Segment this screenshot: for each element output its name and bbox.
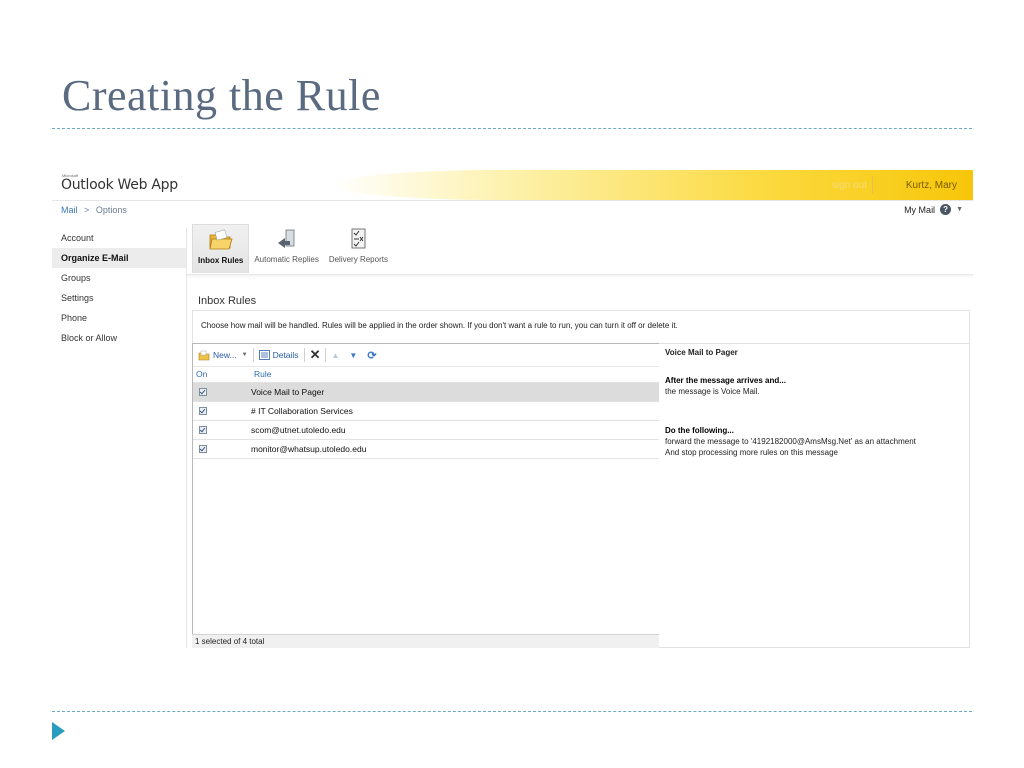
details-button[interactable]: Details [254, 344, 304, 366]
tab-automatic-replies[interactable]: Automatic Replies [249, 224, 323, 272]
slide-title: Creating the Rule [62, 71, 381, 120]
header-rule [52, 200, 973, 201]
arrow-up-icon: ▲ [331, 350, 340, 360]
arrow-down-icon: ▼ [349, 350, 358, 360]
breadcrumb-separator: > [84, 205, 90, 215]
sidebar-item-settings[interactable]: Settings [52, 288, 186, 308]
my-mail-label[interactable]: My Mail [904, 205, 935, 215]
details-action-header: Do the following... [665, 426, 734, 435]
breadcrumb: Mail > Options [61, 205, 127, 215]
rule-enabled-cell [193, 383, 251, 401]
rule-row-scom[interactable]: scom@utnet.utoledo.edu [193, 421, 659, 440]
column-rule-header[interactable]: Rule [254, 367, 271, 382]
rule-row-monitor[interactable]: monitor@whatsup.utoledo.edu [193, 440, 659, 459]
my-mail-menu[interactable]: My Mail ? ▼ [904, 204, 963, 215]
bottom-divider [52, 711, 972, 712]
rule-name: monitor@whatsup.utoledo.edu [251, 444, 367, 454]
description-text: Choose how mail will be handled. Rules w… [201, 321, 678, 330]
tab-label: Delivery Reports [328, 255, 388, 264]
rule-enabled-cell [193, 440, 251, 458]
rule-enabled-cell [193, 402, 251, 420]
refresh-icon: ⟳ [367, 349, 377, 362]
rule-enabled-checkbox[interactable] [199, 445, 207, 453]
rule-enabled-checkbox[interactable] [199, 426, 207, 434]
rule-name: # IT Collaboration Services [251, 406, 353, 416]
help-icon[interactable]: ? [940, 204, 952, 215]
owa-screenshot: Microsoft Outlook Web App sign out Kurtz… [52, 168, 973, 651]
top-divider [52, 128, 972, 129]
option-tabs: Inbox Rules Automatic Replies Delivery R… [192, 224, 393, 273]
column-on-header[interactable]: On [193, 367, 254, 382]
description-box: Choose how mail will be handled. Rules w… [192, 310, 970, 344]
details-label: Details [272, 350, 299, 360]
sidebar-item-phone[interactable]: Phone [52, 308, 186, 328]
reply-arrow-icon [274, 227, 300, 251]
breadcrumb-mail[interactable]: Mail [61, 205, 78, 215]
new-folder-icon [198, 350, 210, 360]
sidebar-item-groups[interactable]: Groups [52, 268, 186, 288]
section-title: Inbox Rules [198, 295, 257, 307]
new-rule-button[interactable]: New... [193, 344, 242, 366]
new-rule-label: New... [213, 350, 237, 360]
tab-inbox-rules[interactable]: Inbox Rules [192, 224, 250, 273]
refresh-button[interactable]: ⟳ [362, 344, 381, 366]
breadcrumb-options: Options [95, 205, 127, 215]
rule-details-panel: Voice Mail to Pager After the message ar… [659, 343, 970, 648]
details-action-forward: forward the message to '4192182000@AmsMs… [665, 437, 916, 446]
rules-status-bar: 1 selected of 4 total [192, 634, 660, 648]
sign-out-link[interactable]: sign out [832, 180, 867, 191]
chevron-down-icon[interactable]: ▼ [956, 206, 963, 213]
rules-toolbar: New... ▼ Details ✕ ▲ ▼ ⟳ [193, 344, 659, 367]
report-checklist-icon [345, 227, 371, 251]
rule-row-voice-mail-to-pager[interactable]: Voice Mail to Pager [193, 383, 659, 402]
banner-separator [872, 176, 873, 194]
sidebar-item-account[interactable]: Account [52, 228, 186, 248]
rule-enabled-checkbox[interactable] [199, 407, 207, 415]
tab-strip [187, 274, 973, 279]
owa-logo: Outlook Web App [61, 177, 178, 193]
chevron-down-icon[interactable]: ▼ [242, 352, 253, 358]
banner-swoosh [332, 170, 973, 200]
owa-banner: Microsoft Outlook Web App sign out Kurtz… [52, 168, 973, 202]
sidebar-item-organize-email[interactable]: Organize E-Mail [52, 248, 186, 268]
tab-label: Automatic Replies [254, 255, 319, 264]
move-down-button[interactable]: ▼ [344, 344, 362, 366]
details-condition: the message is Voice Mail. [665, 387, 760, 396]
delete-x-icon: ✕ [309, 347, 321, 362]
sidebar-item-block-or-allow[interactable]: Block or Allow [52, 328, 186, 348]
rules-list-header: On Rule [193, 367, 659, 383]
details-list-icon [258, 350, 270, 360]
rule-name: Voice Mail to Pager [251, 387, 325, 397]
delete-rule-button[interactable]: ✕ [305, 344, 326, 366]
slide-bullet-icon [52, 722, 65, 740]
rules-list-panel: New... ▼ Details ✕ ▲ ▼ ⟳ On Rule Voice M… [192, 343, 660, 635]
tab-label: Inbox Rules [198, 256, 244, 265]
rule-row-it-collaboration[interactable]: # IT Collaboration Services [193, 402, 659, 421]
user-name[interactable]: Kurtz, Mary [906, 180, 957, 191]
details-action-stop: And stop processing more rules on this m… [665, 448, 838, 457]
rule-name: scom@utnet.utoledo.edu [251, 425, 346, 435]
details-condition-header: After the message arrives and... [665, 376, 786, 385]
move-up-button[interactable]: ▲ [326, 344, 344, 366]
rule-enabled-checkbox[interactable] [199, 388, 207, 396]
folder-icon [208, 228, 234, 252]
options-sidebar: Account Organize E-Mail Groups Settings … [52, 228, 187, 648]
tab-delivery-reports[interactable]: Delivery Reports [324, 224, 393, 272]
rule-enabled-cell [193, 421, 251, 439]
details-title: Voice Mail to Pager [665, 348, 738, 357]
